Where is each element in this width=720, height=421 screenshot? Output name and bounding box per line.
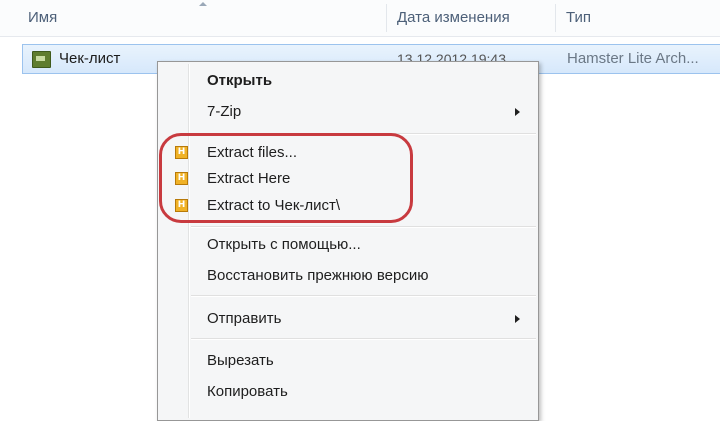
column-header: Имя Дата изменения Тип — [0, 0, 720, 37]
column-divider[interactable] — [555, 4, 556, 32]
menu-item-label: Открыть с помощью... — [207, 236, 361, 253]
submenu-arrow-icon — [515, 315, 520, 323]
column-type[interactable]: Тип — [566, 0, 591, 36]
menu-item-open[interactable]: Открыть — [160, 67, 536, 95]
archive-file-icon — [32, 51, 51, 68]
column-name[interactable]: Имя — [28, 0, 57, 36]
menu-item-label: Вырезать — [207, 352, 274, 369]
menu-item-restore-previous-version[interactable]: Восстановить прежнюю версию — [160, 262, 536, 290]
menu-item-cut[interactable]: Вырезать — [160, 347, 536, 375]
menu-item-copy[interactable]: Копировать — [160, 378, 536, 406]
menu-separator — [191, 295, 536, 297]
menu-item-7zip[interactable]: 7-Zip — [160, 98, 536, 126]
file-name: Чек-лист — [59, 50, 121, 67]
menu-item-label: Копировать — [207, 383, 288, 400]
highlight-annotation — [159, 133, 413, 223]
menu-item-label: Отправить — [207, 310, 282, 327]
column-divider[interactable] — [386, 4, 387, 32]
menu-separator — [191, 338, 536, 340]
menu-separator — [191, 226, 536, 228]
menu-item-send-to[interactable]: Отправить — [160, 305, 536, 333]
file-type: Hamster Lite Arch... — [567, 50, 699, 67]
menu-item-label: Открыть — [207, 72, 273, 89]
menu-item-label: 7-Zip — [207, 103, 242, 120]
context-menu: Открыть 7-Zip H Extract files... H Extra… — [157, 61, 539, 421]
sort-up-icon — [199, 2, 207, 6]
submenu-arrow-icon — [515, 108, 520, 116]
menu-item-label: Восстановить прежнюю версию — [207, 267, 429, 284]
menu-item-open-with[interactable]: Открыть с помощью... — [160, 231, 536, 259]
column-date-modified[interactable]: Дата изменения — [397, 0, 510, 36]
